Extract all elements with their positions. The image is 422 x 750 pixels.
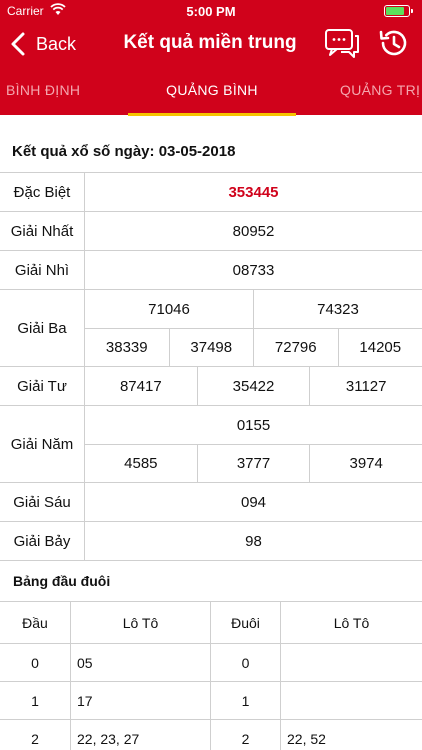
loto-header-loto: Lô Tô <box>280 602 422 643</box>
result-date: Kết quả xổ số ngày: 03-05-2018 <box>12 143 236 160</box>
province-tabs: BÌNH ĐỊNH QUẢNG BÌNH QUẢNG TRỊ <box>0 66 422 116</box>
loto-head-digit: 0 <box>31 654 39 671</box>
prize-value: 72796 <box>253 329 338 366</box>
prize-value: 80952 <box>232 222 275 240</box>
prize-value: 094 <box>240 493 267 511</box>
battery-icon <box>384 5 413 17</box>
prize-value: 87417 <box>119 377 162 395</box>
history-icon[interactable] <box>378 28 408 58</box>
prize-value: 35422 <box>196 367 310 405</box>
prize-label: Giải Nhì <box>0 251 85 289</box>
prize-value: 74323 <box>253 290 422 328</box>
chat-icon[interactable] <box>324 28 360 60</box>
loto-head-numbers: 17 <box>70 682 210 719</box>
loto-head-digit: 2 <box>31 730 39 747</box>
navigation-bar: Back Kết quả miền trung <box>0 22 422 66</box>
loto-head-digit: 1 <box>31 692 39 709</box>
prize-value: 31127 <box>309 367 422 405</box>
prize-value: 3974 <box>309 445 422 482</box>
tab-quang-tri[interactable]: QUẢNG TRỊ <box>340 82 420 98</box>
page-title: Kết quả miền trung <box>123 32 297 53</box>
prize-value: 4585 <box>124 455 158 472</box>
prize-value: 71046 <box>148 300 190 318</box>
loto-tail-digit: 0 <box>210 644 280 681</box>
prize-row-third: Giải Ba 71046 74323 38339 37498 72796 14… <box>0 289 422 366</box>
prize-row-fifth: Giải Năm 0155 4585 3777 3974 <box>0 405 422 482</box>
table-row: 1 17 1 <box>0 682 422 720</box>
prize-value: 38339 <box>105 339 148 356</box>
prize-row-fourth: Giải Tư 87417 35422 31127 <box>0 366 422 405</box>
app-header: Carrier 5:00 PM Back Kết quả miền trung <box>0 0 422 116</box>
prize-value: 98 <box>245 532 262 550</box>
table-row: 2 22, 23, 27 2 22, 52 <box>0 720 422 750</box>
loto-section-title: Bảng đầu đuôi <box>13 573 111 589</box>
loto-tail-numbers <box>280 644 422 681</box>
status-time: 5:00 PM <box>186 4 236 19</box>
loto-header-row: Đầu Lô Tô Đuôi Lô Tô <box>0 602 422 644</box>
prize-value: 14205 <box>337 329 422 366</box>
result-table: Đặc Biệt 353445 Giải Nhất 80952 Giải Nhì… <box>0 172 422 561</box>
loto-head-numbers: 22, 23, 27 <box>70 720 210 750</box>
prize-label: Giải Bảy <box>0 522 85 560</box>
prize-value: 0155 <box>236 416 271 434</box>
loto-tail-numbers <box>280 682 422 719</box>
prize-label: Giải Nhất <box>0 212 85 250</box>
status-bar: Carrier 5:00 PM <box>0 0 422 22</box>
active-tab-indicator <box>128 113 296 116</box>
prize-label: Giải Tư <box>0 367 85 405</box>
prize-label: Giải Ba <box>0 290 85 366</box>
prize-value: 08733 <box>232 261 275 279</box>
loto-tail-numbers: 22, 52 <box>280 720 422 750</box>
loto-tail-digit: 2 <box>210 720 280 750</box>
prize-label: Giải Sáu <box>0 483 85 521</box>
prize-label: Đặc Biệt <box>0 173 85 211</box>
loto-head-numbers: 05 <box>70 644 210 681</box>
loto-header-dau: Đầu <box>22 614 48 631</box>
loto-tail-digit: 1 <box>210 682 280 719</box>
prize-row-first: Giải Nhất 80952 <box>0 211 422 250</box>
loto-header-duoi: Đuôi <box>210 602 280 643</box>
back-label: Back <box>36 33 77 54</box>
back-button[interactable]: Back <box>8 31 76 57</box>
prize-row-special: Đặc Biệt 353445 <box>0 172 422 211</box>
prize-row-second: Giải Nhì 08733 <box>0 250 422 289</box>
loto-header-loto: Lô Tô <box>70 602 210 643</box>
tab-quang-binh[interactable]: QUẢNG BÌNH <box>128 82 296 98</box>
table-row: 0 05 0 <box>0 644 422 682</box>
prize-row-seventh: Giải Bảy 98 <box>0 521 422 561</box>
prize-value: 37498 <box>168 329 254 366</box>
loto-section-header: Bảng đầu đuôi <box>0 560 422 602</box>
loto-table: Đầu Lô Tô Đuôi Lô Tô 0 05 0 1 17 1 2 22,… <box>0 602 422 750</box>
prize-value-special: 353445 <box>228 183 279 201</box>
prize-value: 3777 <box>196 445 310 482</box>
prize-row-sixth: Giải Sáu 094 <box>0 482 422 521</box>
prize-label: Giải Năm <box>0 406 85 482</box>
tab-binh-dinh[interactable]: BÌNH ĐỊNH <box>6 82 80 98</box>
chevron-left-icon <box>11 32 25 56</box>
